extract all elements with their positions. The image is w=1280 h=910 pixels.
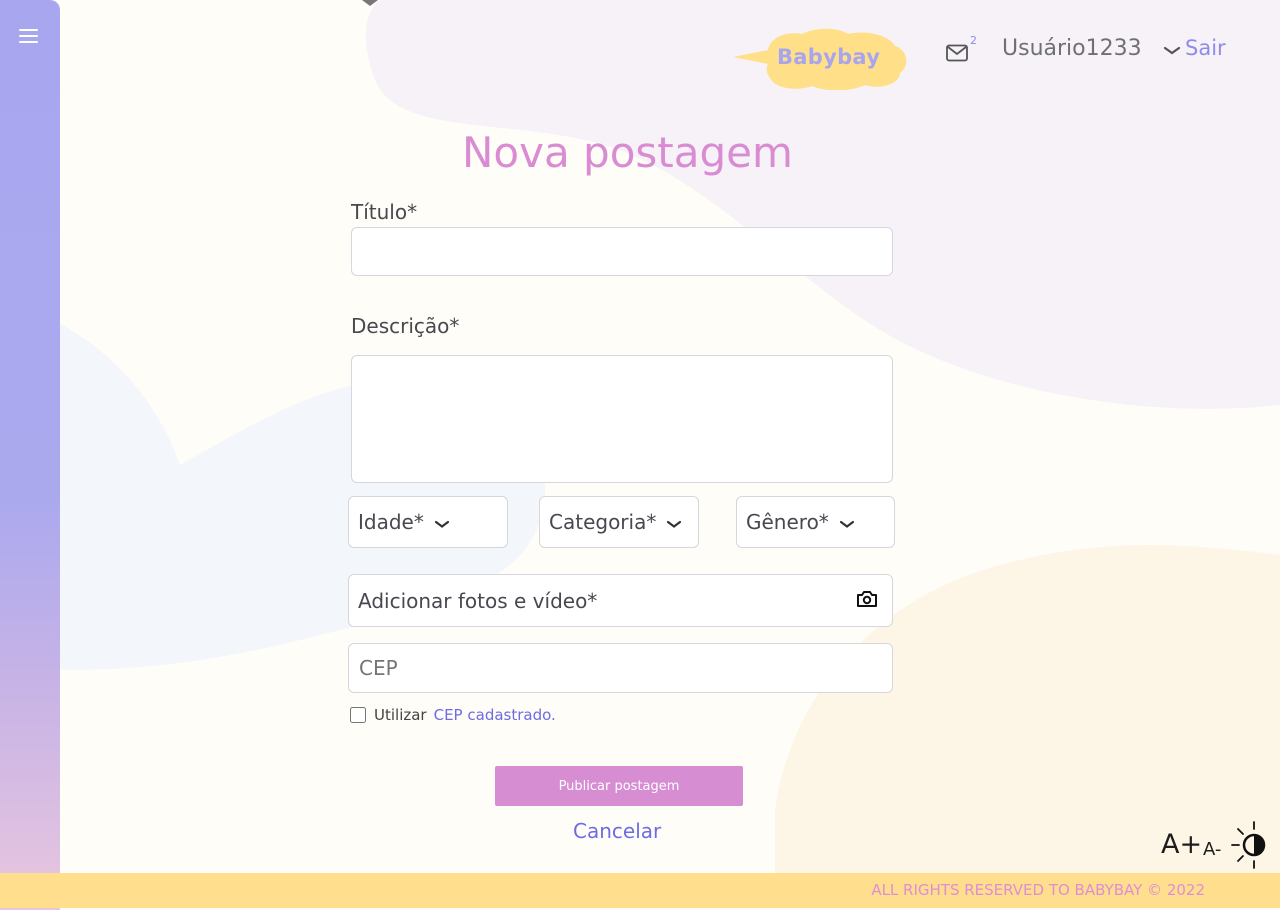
title-input[interactable] (351, 227, 893, 276)
username: Usuário1233 (1002, 36, 1142, 61)
increase-font-button[interactable]: A+ (1161, 829, 1202, 860)
user-menu[interactable]: Usuário1233 (1002, 36, 1181, 62)
age-select[interactable]: Idade* (348, 496, 508, 548)
chevron-down-icon (1163, 37, 1181, 62)
sidebar (0, 0, 60, 910)
copyright-text: ALL RIGHTS RESERVED TO BABYBAY © 2022 (871, 881, 1205, 899)
use-cep-text: Utilizar (374, 706, 427, 724)
menu-icon[interactable] (19, 29, 38, 43)
use-registered-cep-row: Utilizar CEP cadastrado. (350, 706, 556, 724)
logo-text: Babybay (777, 45, 881, 69)
page-title: Nova postagem (462, 128, 793, 177)
cep-input[interactable] (348, 643, 893, 693)
registered-cep-link[interactable]: CEP cadastrado. (434, 706, 556, 724)
add-media-field[interactable]: Adicionar fotos e vídeo* (348, 574, 893, 627)
top-bar: Babybay 2 Usuário1233 Sair (730, 24, 1240, 94)
decrease-font-button[interactable]: A- (1203, 839, 1221, 860)
category-select[interactable]: Categoria* (539, 496, 699, 548)
age-select-label: Idade* (358, 510, 424, 534)
messages-button[interactable]: 2 (946, 34, 977, 66)
babybay-logo[interactable]: Babybay (730, 28, 910, 90)
contrast-toggle-icon[interactable] (1230, 820, 1272, 874)
camera-icon[interactable] (856, 589, 878, 613)
title-label: Título* (351, 200, 418, 224)
use-registered-cep-checkbox[interactable] (350, 707, 366, 723)
chevron-down-icon (839, 510, 855, 534)
page: Babybay 2 Usuário1233 Sair Nova postagem… (0, 0, 1280, 910)
add-media-label: Adicionar fotos e vídeo* (358, 588, 598, 613)
publish-post-button[interactable]: Publicar postagem (495, 766, 743, 806)
chevron-down-icon (434, 510, 450, 534)
description-textarea[interactable] (351, 355, 893, 483)
gender-select-label: Gênero* (746, 510, 829, 534)
unread-count-badge: 2 (970, 34, 977, 47)
cancel-link[interactable]: Cancelar (573, 819, 661, 843)
mail-icon (946, 44, 968, 62)
logout-link[interactable]: Sair (1185, 36, 1226, 60)
footer: ALL RIGHTS RESERVED TO BABYBAY © 2022 (0, 873, 1280, 908)
accessibility-controls: A+ A- (1158, 820, 1274, 872)
description-label: Descrição* (351, 314, 460, 338)
category-select-label: Categoria* (549, 510, 657, 534)
gender-select[interactable]: Gênero* (736, 496, 895, 548)
chevron-down-icon (666, 510, 682, 534)
